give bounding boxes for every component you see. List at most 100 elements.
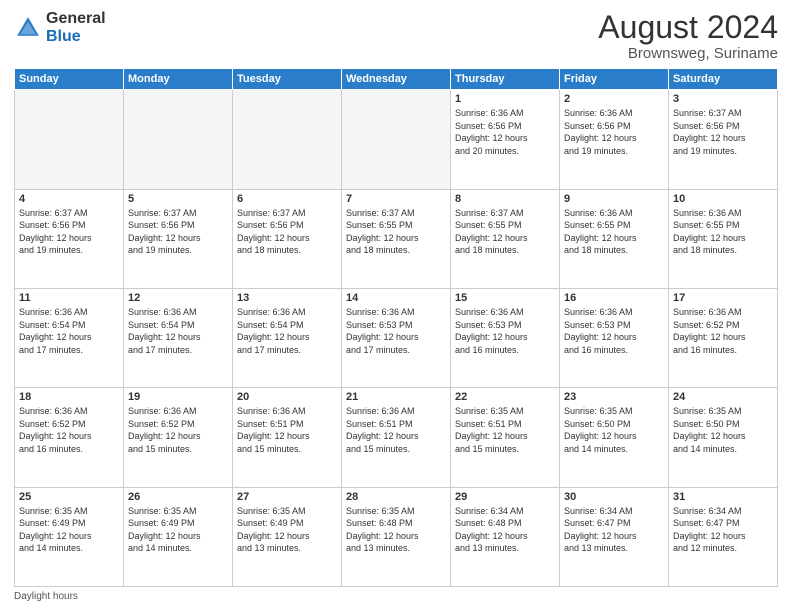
- day-info: Sunrise: 6:34 AM Sunset: 6:47 PM Dayligh…: [564, 505, 664, 555]
- day-info: Sunrise: 6:37 AM Sunset: 6:56 PM Dayligh…: [128, 207, 228, 257]
- day-number: 9: [564, 193, 664, 205]
- week-row-4: 18 Sunrise: 6:36 AM Sunset: 6:52 PM Dayli…: [15, 388, 778, 487]
- calendar-cell: 16Sunrise: 6:36 AM Sunset: 6:53 PM Dayli…: [560, 288, 669, 387]
- day-info: Sunrise: 6:36 AM Sunset: 6:53 PM Dayligh…: [346, 306, 446, 356]
- logo-blue: Blue: [46, 28, 106, 46]
- day-number: 17: [673, 292, 773, 304]
- day-number: 5: [128, 193, 228, 205]
- day-info: Sunrise: 6:36 AM Sunset: 6:54 PM Dayligh…: [128, 306, 228, 356]
- day-number: 23: [564, 391, 664, 403]
- day-header-saturday: Saturday: [669, 69, 778, 90]
- logo-text: General Blue: [46, 10, 106, 45]
- day-number: 12: [128, 292, 228, 304]
- day-header-wednesday: Wednesday: [342, 69, 451, 90]
- week-row-2: 4 Sunrise: 6:37 AM Sunset: 6:56 PM Daylig…: [15, 189, 778, 288]
- header-row: SundayMondayTuesdayWednesdayThursdayFrid…: [15, 69, 778, 90]
- day-number: 1: [455, 93, 555, 105]
- day-info: Sunrise: 6:36 AM Sunset: 6:53 PM Dayligh…: [455, 306, 555, 356]
- calendar-cell: 21 Sunrise: 6:36 AM Sunset: 6:51 PM Dayli…: [342, 388, 451, 487]
- day-info: Sunrise: 6:35 AM Sunset: 6:49 PM Dayligh…: [237, 505, 337, 555]
- calendar-cell: 3 Sunrise: 6:37 AM Sunset: 6:56 PM Daylig…: [669, 90, 778, 189]
- calendar-cell: 14 Sunrise: 6:36 AM Sunset: 6:53 PM Dayli…: [342, 288, 451, 387]
- calendar-cell: 5 Sunrise: 6:37 AM Sunset: 6:56 PM Daylig…: [124, 189, 233, 288]
- calendar-table: SundayMondayTuesdayWednesdayThursdayFrid…: [14, 68, 778, 587]
- footer-note: Daylight hours: [14, 591, 778, 602]
- day-number: 15: [455, 292, 555, 304]
- calendar-cell: 13 Sunrise: 6:36 AM Sunset: 6:54 PM Dayli…: [233, 288, 342, 387]
- day-info: Sunrise: 6:36 AM Sunset: 6:56 PM Dayligh…: [564, 107, 664, 157]
- day-number: 6: [237, 193, 337, 205]
- day-number: 3: [673, 93, 773, 105]
- day-info: Sunrise: 6:36 AM Sunset: 6:52 PM Dayligh…: [128, 405, 228, 455]
- day-info: Sunrise: 6:36 AM Sunset: 6:55 PM Dayligh…: [564, 207, 664, 257]
- calendar-cell: 20 Sunrise: 6:36 AM Sunset: 6:51 PM Dayli…: [233, 388, 342, 487]
- day-info: Sunrise: 6:37 AM Sunset: 6:55 PM Dayligh…: [455, 207, 555, 257]
- month-year: August 2024: [598, 10, 778, 45]
- calendar-cell: 9 Sunrise: 6:36 AM Sunset: 6:55 PM Daylig…: [560, 189, 669, 288]
- calendar-cell: 23 Sunrise: 6:35 AM Sunset: 6:50 PM Dayli…: [560, 388, 669, 487]
- calendar-cell: 22Sunrise: 6:35 AM Sunset: 6:51 PM Dayli…: [451, 388, 560, 487]
- day-number: 21: [346, 391, 446, 403]
- logo-general: General: [46, 10, 106, 28]
- day-info: Sunrise: 6:36 AM Sunset: 6:51 PM Dayligh…: [237, 405, 337, 455]
- day-number: 4: [19, 193, 119, 205]
- day-info: Sunrise: 6:37 AM Sunset: 6:55 PM Dayligh…: [346, 207, 446, 257]
- day-info: Sunrise: 6:35 AM Sunset: 6:50 PM Dayligh…: [564, 405, 664, 455]
- day-info: Sunrise: 6:36 AM Sunset: 6:54 PM Dayligh…: [237, 306, 337, 356]
- calendar-cell: 29 Sunrise: 6:34 AM Sunset: 6:48 PM Dayli…: [451, 487, 560, 586]
- day-number: 24: [673, 391, 773, 403]
- day-number: 25: [19, 491, 119, 503]
- calendar-cell: 11 Sunrise: 6:36 AM Sunset: 6:54 PM Dayli…: [15, 288, 124, 387]
- day-number: 19: [128, 391, 228, 403]
- day-number: 13: [237, 292, 337, 304]
- day-info: Sunrise: 6:37 AM Sunset: 6:56 PM Dayligh…: [19, 207, 119, 257]
- day-number: 26: [128, 491, 228, 503]
- day-number: 2: [564, 93, 664, 105]
- day-header-thursday: Thursday: [451, 69, 560, 90]
- calendar-cell: 25 Sunrise: 6:35 AM Sunset: 6:49 PM Dayli…: [15, 487, 124, 586]
- day-info: Sunrise: 6:34 AM Sunset: 6:48 PM Dayligh…: [455, 505, 555, 555]
- calendar-cell: 10Sunrise: 6:36 AM Sunset: 6:55 PM Dayli…: [669, 189, 778, 288]
- day-info: Sunrise: 6:35 AM Sunset: 6:49 PM Dayligh…: [19, 505, 119, 555]
- calendar-cell: 8 Sunrise: 6:37 AM Sunset: 6:55 PM Daylig…: [451, 189, 560, 288]
- calendar-cell: 17 Sunrise: 6:36 AM Sunset: 6:52 PM Dayli…: [669, 288, 778, 387]
- day-number: 11: [19, 292, 119, 304]
- day-info: Sunrise: 6:36 AM Sunset: 6:52 PM Dayligh…: [673, 306, 773, 356]
- calendar-cell: 6 Sunrise: 6:37 AM Sunset: 6:56 PM Daylig…: [233, 189, 342, 288]
- day-number: 28: [346, 491, 446, 503]
- day-header-friday: Friday: [560, 69, 669, 90]
- day-info: Sunrise: 6:35 AM Sunset: 6:48 PM Dayligh…: [346, 505, 446, 555]
- week-row-1: 1 Sunrise: 6:36 AM Sunset: 6:56 PM Daylig…: [15, 90, 778, 189]
- day-header-sunday: Sunday: [15, 69, 124, 90]
- day-number: 18: [19, 391, 119, 403]
- day-info: Sunrise: 6:35 AM Sunset: 6:49 PM Dayligh…: [128, 505, 228, 555]
- day-info: Sunrise: 6:36 AM Sunset: 6:55 PM Dayligh…: [673, 207, 773, 257]
- day-info: Sunrise: 6:36 AM Sunset: 6:54 PM Dayligh…: [19, 306, 119, 356]
- day-number: 8: [455, 193, 555, 205]
- logo-icon: [14, 14, 42, 42]
- day-number: 27: [237, 491, 337, 503]
- day-info: Sunrise: 6:36 AM Sunset: 6:52 PM Dayligh…: [19, 405, 119, 455]
- day-number: 14: [346, 292, 446, 304]
- day-info: Sunrise: 6:36 AM Sunset: 6:56 PM Dayligh…: [455, 107, 555, 157]
- day-info: Sunrise: 6:37 AM Sunset: 6:56 PM Dayligh…: [673, 107, 773, 157]
- calendar-cell: 4 Sunrise: 6:37 AM Sunset: 6:56 PM Daylig…: [15, 189, 124, 288]
- day-header-monday: Monday: [124, 69, 233, 90]
- calendar-cell: 2 Sunrise: 6:36 AM Sunset: 6:56 PM Daylig…: [560, 90, 669, 189]
- day-number: 31: [673, 491, 773, 503]
- day-number: 20: [237, 391, 337, 403]
- calendar-cell: 19 Sunrise: 6:36 AM Sunset: 6:52 PM Dayli…: [124, 388, 233, 487]
- day-number: 30: [564, 491, 664, 503]
- page: General Blue August 2024 Brownsweg, Suri…: [0, 0, 792, 612]
- week-row-3: 11 Sunrise: 6:36 AM Sunset: 6:54 PM Dayli…: [15, 288, 778, 387]
- day-info: Sunrise: 6:35 AM Sunset: 6:50 PM Dayligh…: [673, 405, 773, 455]
- day-info: Sunrise: 6:37 AM Sunset: 6:56 PM Dayligh…: [237, 207, 337, 257]
- location: Brownsweg, Suriname: [598, 45, 778, 62]
- day-number: 29: [455, 491, 555, 503]
- logo: General Blue: [14, 10, 106, 45]
- calendar-cell: 1 Sunrise: 6:36 AM Sunset: 6:56 PM Daylig…: [451, 90, 560, 189]
- day-info: Sunrise: 6:36 AM Sunset: 6:51 PM Dayligh…: [346, 405, 446, 455]
- calendar-cell: [342, 90, 451, 189]
- calendar-cell: 28 Sunrise: 6:35 AM Sunset: 6:48 PM Dayli…: [342, 487, 451, 586]
- calendar-cell: [124, 90, 233, 189]
